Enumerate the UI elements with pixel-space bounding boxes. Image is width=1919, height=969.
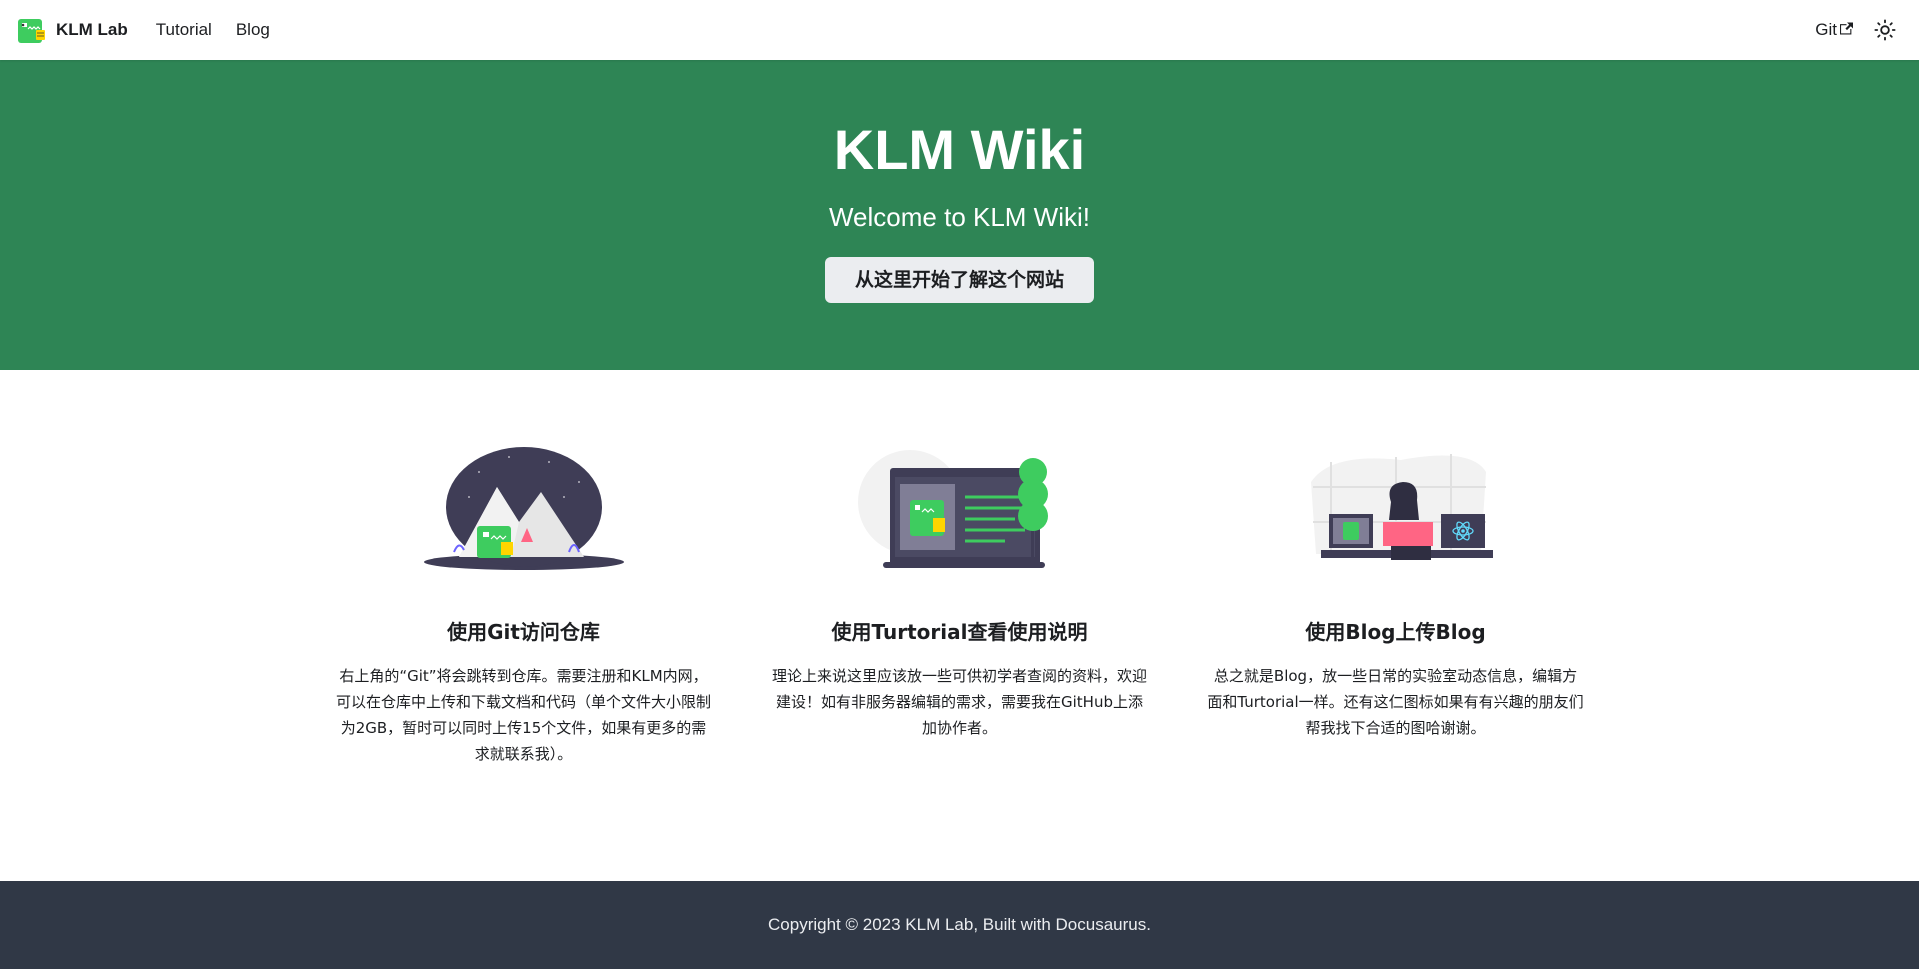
react-illustration bbox=[1310, 454, 1493, 560]
brand-link[interactable]: KLM Lab bbox=[16, 15, 128, 45]
nav-git-label: Git bbox=[1815, 20, 1837, 39]
brand-title: KLM Lab bbox=[56, 20, 128, 39]
feature-title: 使用Turtorial查看使用说明 bbox=[831, 620, 1088, 644]
navbar-right: Git bbox=[1815, 16, 1899, 44]
features-section: 使用Git访问仓库 右上角的“Git”将会跳转到仓库。需要注册和KLM内网，可以… bbox=[0, 370, 1919, 881]
feature-git: 使用Git访问仓库 右上角的“Git”将会跳转到仓库。需要注册和KLM内网，可以… bbox=[324, 442, 724, 881]
external-link-icon bbox=[1840, 22, 1853, 34]
navbar-left: KLM Lab Tutorial Blog bbox=[16, 15, 294, 45]
feature-title: 使用Blog上传Blog bbox=[1305, 620, 1486, 644]
tree-illustration bbox=[857, 450, 1048, 568]
feature-description: 理论上来说这里应该放一些可供初学者查阅的资料，欢迎建设！如有非服务器编辑的需求，… bbox=[771, 667, 1147, 737]
mountain-illustration bbox=[423, 447, 624, 570]
feature-description: 右上角的“Git”将会跳转到仓库。需要注册和KLM内网，可以在仓库中上传和下载文… bbox=[335, 667, 711, 763]
feature-description: 总之就是Blog，放一些日常的实验室动态信息，编辑方面和Turtorial一样。… bbox=[1207, 667, 1584, 737]
nav-link-blog[interactable]: Blog bbox=[236, 20, 270, 40]
feature-blog: 使用Blog上传Blog 总之就是Blog，放一些日常的实验室动态信息，编辑方面… bbox=[1196, 442, 1596, 881]
hero-start-button[interactable]: 从这里开始了解这个网站 bbox=[824, 257, 1094, 303]
sun-icon bbox=[1874, 19, 1896, 41]
footer: Copyright © 2023 KLM Lab, Built with Doc… bbox=[0, 881, 1919, 969]
nav-link-git[interactable]: Git bbox=[1815, 20, 1853, 40]
navbar: KLM Lab Tutorial Blog Git bbox=[0, 0, 1919, 60]
footer-copyright: Copyright © 2023 KLM Lab, Built with Doc… bbox=[768, 915, 1151, 934]
hero-title: KLM Wiki bbox=[833, 118, 1086, 181]
dinosaur-logo-icon bbox=[18, 19, 45, 43]
hero-banner: KLM Wiki Welcome to KLM Wiki! 从这里开始了解这个网… bbox=[0, 60, 1919, 370]
feature-title: 使用Git访问仓库 bbox=[447, 620, 600, 644]
feature-tutorial: 使用Turtorial查看使用说明 理论上来说这里应该放一些可供初学者查阅的资料… bbox=[760, 442, 1160, 881]
theme-toggle-button[interactable] bbox=[1871, 16, 1899, 44]
nav-link-tutorial[interactable]: Tutorial bbox=[156, 20, 212, 40]
hero-subtitle: Welcome to KLM Wiki! bbox=[828, 202, 1090, 232]
